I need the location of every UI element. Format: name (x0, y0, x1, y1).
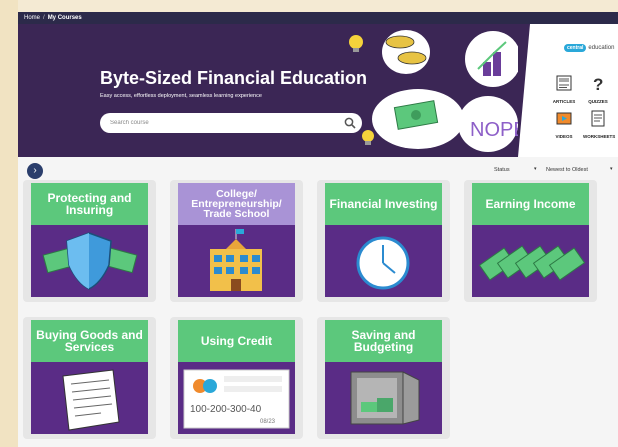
brand-badge: central (564, 44, 587, 52)
card-number: 100-200-300-40 (190, 404, 262, 415)
course-title: College/ Entrepreneurship/ Trade School (178, 183, 295, 225)
resource-quizzes[interactable]: ? QUIZZES (583, 74, 613, 104)
resource-videos[interactable]: VIDEOS (549, 109, 579, 139)
hero-subtitle: Easy access, effortless deployment, seam… (100, 93, 262, 99)
card-expiry: 08/23 (260, 419, 276, 425)
course-card-college[interactable]: College/ Entrepreneurship/ Trade School (170, 180, 303, 302)
status-filter[interactable]: Status (494, 167, 510, 173)
videos-label: VIDEOS (555, 134, 573, 139)
page: Home / My Courses Byte-Sized Financial Edu… (0, 0, 618, 447)
hero-banner: Byte-Sized Financial Education Easy acce… (18, 24, 618, 157)
course-art (31, 362, 148, 434)
course-card-protecting-insuring[interactable]: Protecting and Insuring (23, 180, 156, 302)
resource-worksheets[interactable]: WORKSHEETS (583, 109, 616, 139)
nope-sign-icon: NOPE (458, 96, 518, 152)
app-frame: Home / My Courses Byte-Sized Financial Edu… (18, 12, 618, 447)
course-card-buying-goods[interactable]: Buying Goods and Services (23, 317, 156, 439)
breadcrumb-home[interactable]: Home (24, 15, 40, 21)
nope-text: NOPE (470, 119, 518, 141)
shield-money-icon (42, 232, 138, 290)
course-art (325, 362, 442, 434)
articles-label: ARTICLES (552, 99, 576, 104)
worksheets-label: WORKSHEETS (583, 134, 616, 139)
search-input[interactable] (110, 116, 330, 130)
course-title: Financial Investing (325, 183, 442, 225)
chevron-down-icon[interactable]: ▾ (610, 166, 613, 172)
hero-title: Byte-Sized Financial Education (100, 68, 368, 88)
worksheets-icon (591, 110, 605, 127)
lightbulb-small-icon (362, 130, 374, 145)
receipt-icon (62, 369, 120, 431)
chevron-down-icon[interactable]: ▾ (534, 166, 537, 172)
course-art (325, 225, 442, 297)
breadcrumb-separator: / (43, 15, 45, 21)
course-card-saving-budgeting[interactable]: Saving and Budgeting (317, 317, 450, 439)
course-title: Buying Goods and Services (31, 320, 148, 362)
growth-cloud-icon (465, 31, 518, 87)
quizzes-label: QUIZZES (588, 99, 608, 104)
course-title: Protecting and Insuring (31, 183, 148, 225)
resource-articles[interactable]: ARTICLES (549, 74, 579, 104)
brand-label: education (588, 45, 615, 51)
course-art (178, 225, 295, 297)
sort-dropdown[interactable]: Newest to Oldest (546, 167, 588, 173)
safe-icon (350, 371, 420, 425)
course-art: 100-200-300-40 08/23 (178, 362, 295, 434)
credit-card-icon: 100-200-300-40 08/23 (183, 369, 290, 429)
course-card-financial-investing[interactable]: Financial Investing (317, 180, 450, 302)
hero-illustration: NOPE (349, 30, 518, 152)
left-strip (0, 0, 18, 447)
videos-icon (556, 112, 572, 125)
quizzes-icon: ? (593, 75, 603, 94)
articles-icon (556, 75, 572, 91)
school-building-icon (210, 229, 262, 291)
coins-cloud-icon (382, 30, 430, 74)
search-bar (100, 113, 362, 133)
course-title: Earning Income (472, 183, 589, 225)
course-art (472, 225, 589, 297)
svg-text:?: ? (593, 75, 603, 92)
brand-logo: central education (564, 44, 614, 52)
course-card-using-credit[interactable]: Using Credit 100-200-300-40 08/23 (170, 317, 303, 439)
next-arrow-button[interactable]: › (27, 163, 43, 179)
money-stack-icon (478, 245, 586, 281)
course-title: Saving and Budgeting (325, 320, 442, 362)
lightbulb-icon (349, 35, 363, 52)
course-art (31, 225, 148, 297)
course-card-earning-income[interactable]: Earning Income (464, 180, 597, 302)
breadcrumb-current: My Courses (47, 15, 82, 21)
cash-cloud-icon (372, 89, 464, 149)
clock-icon (356, 236, 410, 290)
course-title: Using Credit (178, 320, 295, 362)
breadcrumb: Home / My Courses (18, 12, 618, 24)
